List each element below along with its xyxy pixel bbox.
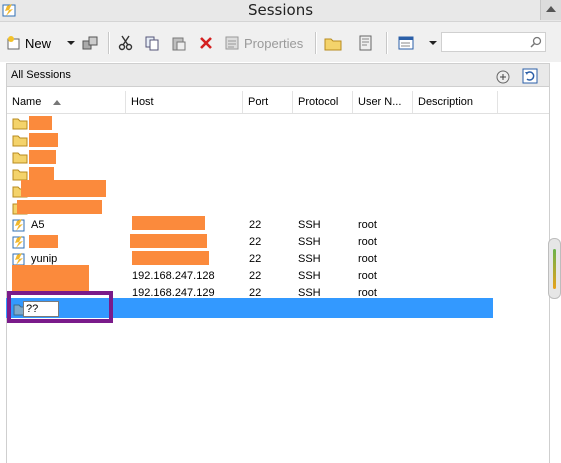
session-port: 22	[249, 236, 262, 248]
column-header-name[interactable]: Name	[7, 91, 126, 113]
sort-ascending-icon	[53, 100, 61, 105]
redacted-name	[29, 150, 56, 164]
session-row[interactable]: 22 SSH root	[7, 234, 549, 251]
session-user: root	[358, 219, 377, 231]
search-icon	[530, 36, 542, 48]
view-list-icon	[398, 36, 414, 50]
column-header-user[interactable]: User N...	[353, 91, 413, 113]
new-dropdown-button[interactable]	[67, 32, 75, 54]
folder-icon	[324, 38, 342, 51]
title-bar: Sessions	[0, 0, 561, 22]
redacted-name	[12, 265, 89, 286]
column-header-protocol[interactable]: Protocol	[293, 91, 353, 113]
window-title: Sessions	[247, 1, 314, 19]
chevron-down-icon	[67, 41, 75, 45]
column-header-description[interactable]: Description	[413, 91, 498, 113]
redacted-name	[29, 235, 58, 248]
redacted-name	[21, 180, 106, 197]
toolbar: New Properties	[0, 22, 561, 62]
session-protocol: SSH	[298, 253, 321, 265]
session-name: yunip	[31, 253, 58, 265]
annotation-highlight-box	[7, 291, 113, 323]
folder-icon	[12, 118, 28, 130]
session-icon	[12, 236, 25, 249]
session-row[interactable]: 192.168.247.128 22 SSH root	[7, 265, 549, 286]
new-session-button[interactable]: New	[6, 32, 51, 54]
folder-row[interactable]	[7, 132, 549, 149]
session-protocol: SSH	[298, 270, 321, 282]
session-options-button[interactable]	[358, 32, 374, 54]
new-folder-button[interactable]	[324, 32, 342, 54]
session-list: Name Host Port Protocol User N... Descri…	[6, 87, 550, 463]
column-header-port[interactable]: Port	[243, 91, 293, 113]
session-port: 22	[249, 253, 262, 265]
redacted-name	[29, 167, 54, 181]
folder-row[interactable]	[7, 149, 549, 166]
folder-row[interactable]	[7, 200, 549, 217]
redacted-host	[132, 216, 205, 230]
copy-icon	[145, 36, 159, 51]
copy-button[interactable]	[144, 32, 160, 54]
properties-button[interactable]: Properties	[224, 32, 303, 54]
scroll-up-button[interactable]	[540, 0, 561, 20]
scrollbar-thumb[interactable]	[548, 238, 561, 299]
connect-icon[interactable]	[494, 67, 512, 85]
new-session-icon	[7, 36, 20, 50]
properties-label: Properties	[244, 35, 304, 51]
redacted-name	[17, 200, 102, 214]
folder-row[interactable]	[7, 180, 549, 200]
session-port: 22	[249, 219, 262, 231]
session-host: 192.168.247.128	[132, 270, 215, 282]
chevron-down-icon	[429, 41, 437, 45]
redacted-host	[132, 251, 209, 265]
session-manager-icon	[82, 36, 98, 50]
paste-icon	[172, 37, 186, 51]
search-box[interactable]	[441, 32, 546, 52]
properties-icon	[225, 36, 239, 50]
session-icon	[12, 219, 25, 232]
view-button[interactable]	[398, 32, 414, 54]
new-label: New	[25, 35, 52, 51]
session-row[interactable]: A5 22 SSH root	[7, 216, 549, 234]
path-bar: All Sessions	[6, 63, 550, 87]
column-headers: Name Host Port Protocol User N... Descri…	[7, 91, 549, 114]
session-user: root	[358, 270, 377, 282]
folder-icon	[12, 169, 28, 181]
redacted-name	[29, 133, 58, 147]
delete-icon	[200, 37, 212, 49]
view-dropdown-button[interactable]	[429, 32, 437, 54]
delete-button[interactable]	[198, 32, 214, 54]
session-manager-button[interactable]	[82, 32, 98, 54]
paste-button[interactable]	[171, 32, 187, 54]
scissors-icon	[118, 35, 133, 51]
cut-button[interactable]	[118, 32, 134, 54]
session-port: 22	[249, 270, 262, 282]
session-user: root	[358, 253, 377, 265]
session-options-icon	[359, 35, 372, 51]
folder-icon	[12, 152, 28, 164]
session-protocol: SSH	[298, 236, 321, 248]
search-input[interactable]	[442, 33, 534, 51]
redacted-host	[130, 234, 207, 248]
column-header-host[interactable]: Host	[126, 91, 243, 113]
folder-icon	[12, 135, 28, 147]
session-protocol: SSH	[298, 219, 321, 231]
session-name: A5	[31, 219, 45, 231]
folder-row[interactable]	[7, 115, 549, 132]
redacted-name	[29, 116, 52, 130]
path-label: All Sessions	[11, 69, 71, 81]
session-icon	[12, 253, 25, 266]
refresh-icon[interactable]	[521, 67, 539, 85]
session-user: root	[358, 236, 377, 248]
